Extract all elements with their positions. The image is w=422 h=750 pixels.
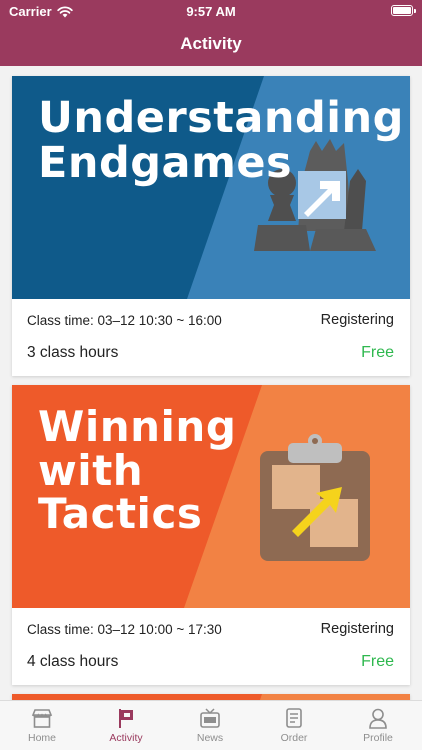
tab-profile[interactable]: Profile xyxy=(336,707,420,750)
banner-title-line: Understanding xyxy=(38,93,404,143)
activity-info: Class time: 03–12 10:30 ~ 16:00 Register… xyxy=(12,299,410,376)
navigation-header: Carrier 9:57 AM Activity xyxy=(0,0,422,66)
tab-label: Order xyxy=(280,732,308,744)
tab-home[interactable]: Home xyxy=(0,707,84,750)
class-time: Class time: 03–12 10:30 ~ 16:00 xyxy=(27,313,222,328)
activity-feed[interactable]: Understanding Endgames Class time: 03–12… xyxy=(0,66,422,700)
activity-card-tactics[interactable]: Winning with Tactics Class time: 03–12 1… xyxy=(12,385,410,685)
banner-title: Winning with Tactics xyxy=(38,405,236,536)
activity-info: Class time: 03–12 10:00 ~ 17:30 Register… xyxy=(12,608,410,685)
battery-icon xyxy=(391,5,416,16)
banner-title-line: Endgames xyxy=(38,137,293,188)
tab-order[interactable]: Order xyxy=(252,707,336,750)
banner-title-line: Tactics xyxy=(38,489,203,539)
clock: 9:57 AM xyxy=(186,4,236,19)
tab-bar: Home Activity News Order Profile xyxy=(0,700,422,750)
banner-title: Understanding Endgames xyxy=(38,96,404,185)
status-badge: Registering xyxy=(320,621,394,637)
activity-banner[interactable]: Understanding Endgames xyxy=(12,76,410,299)
banner-title-line: Winning xyxy=(38,402,237,451)
price-label: Free xyxy=(361,344,394,361)
tab-label: Profile xyxy=(363,732,393,744)
class-time: Class time: 03–12 10:00 ~ 17:30 xyxy=(27,622,222,637)
user-icon xyxy=(369,708,387,729)
clipboard-arrow-icon xyxy=(260,434,370,561)
document-icon xyxy=(286,708,302,728)
page-title: Activity xyxy=(180,34,242,53)
tv-news-icon xyxy=(200,708,220,728)
price-label: Free xyxy=(361,653,394,670)
flag-icon xyxy=(119,709,133,728)
tab-label: Home xyxy=(27,732,56,744)
banner-title-line: with xyxy=(38,445,144,495)
class-hours: 4 class hours xyxy=(27,653,119,670)
tab-label: Activity xyxy=(109,732,143,744)
class-hours: 3 class hours xyxy=(27,344,119,361)
tab-label: News xyxy=(196,732,224,744)
activity-banner[interactable]: Winning with Tactics xyxy=(12,385,410,608)
status-bar: Carrier 9:57 AM xyxy=(0,0,422,24)
activity-card-endgames[interactable]: Understanding Endgames Class time: 03–12… xyxy=(12,76,410,376)
status-badge: Registering xyxy=(320,312,394,328)
store-icon xyxy=(31,709,53,728)
tab-news[interactable]: News xyxy=(168,707,252,750)
tab-activity[interactable]: Activity xyxy=(84,707,168,750)
